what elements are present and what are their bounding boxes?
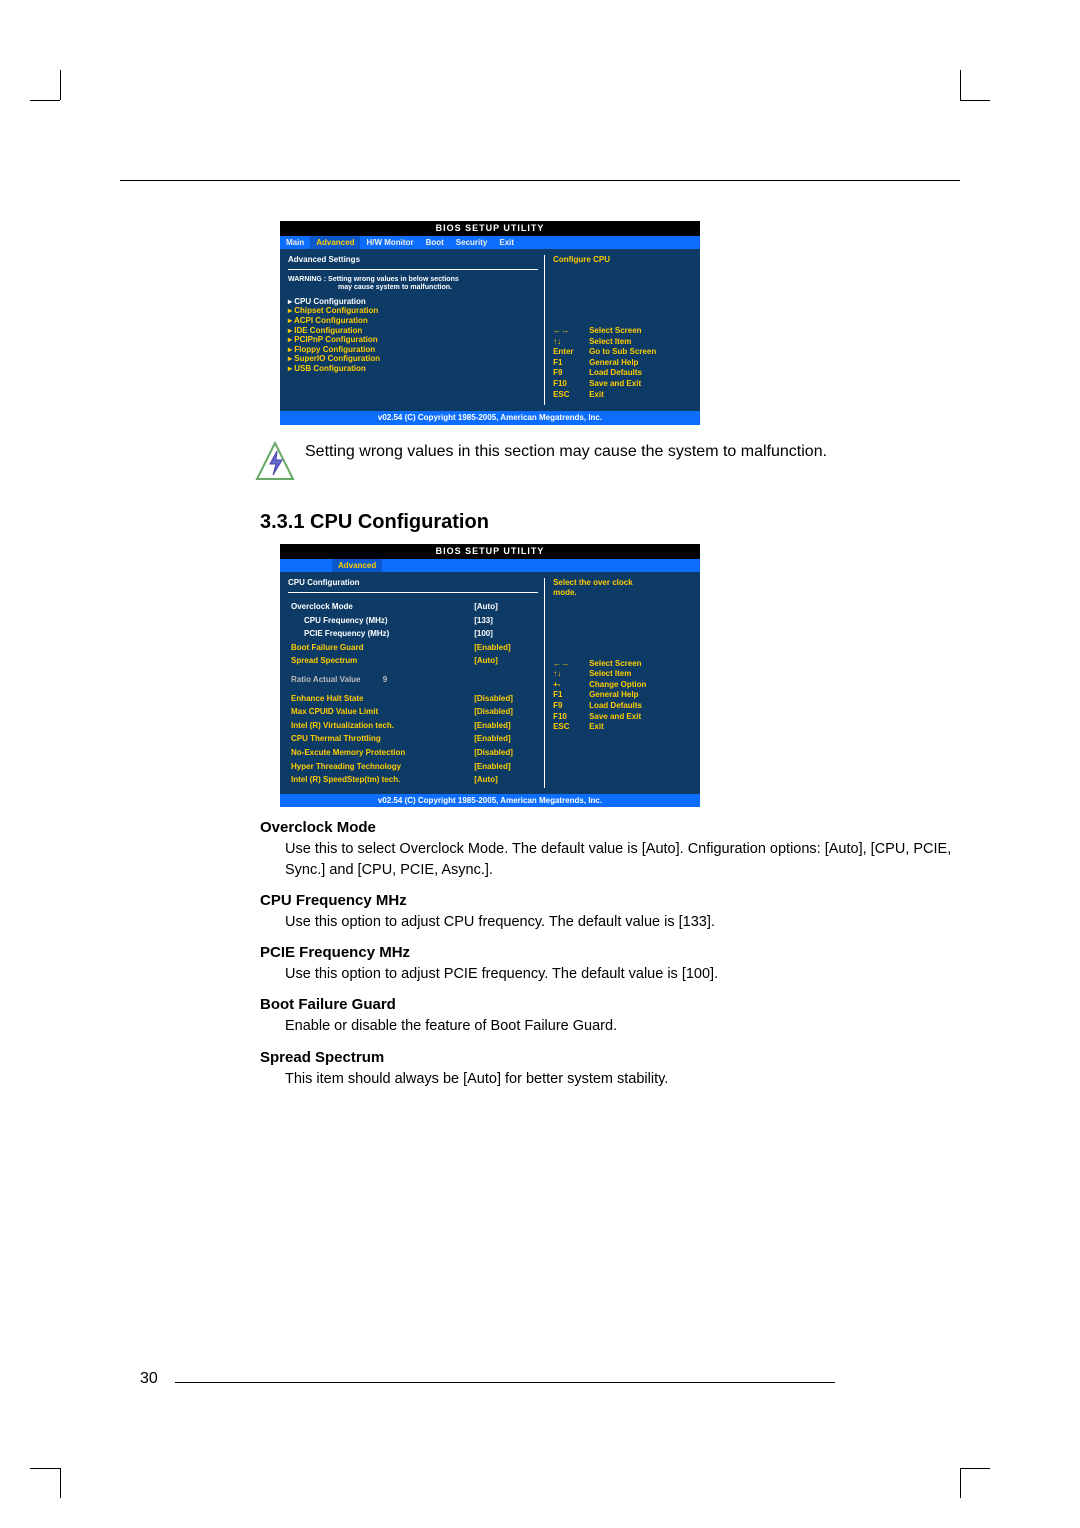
menu-floppy-configuration: ▸ Floppy Configuration xyxy=(288,345,538,355)
bios2-info: Select the over clockmode. xyxy=(553,578,633,597)
tab-hw-monitor: H/W Monitor xyxy=(360,236,419,250)
section-title: 3.3.1 CPU Configuration xyxy=(260,511,960,534)
bios2-heading: CPU Configuration xyxy=(288,578,538,588)
bios-cpu-configuration: BIOS SETUP UTILITY Advanced CPU Configur… xyxy=(280,544,700,807)
cpu-settings-table: Overclock Mode[Auto] CPU Frequency (MHz)… xyxy=(288,599,538,788)
opt-spread-spectrum: Spread Spectrum This item should always … xyxy=(260,1049,960,1089)
page-number: 30 xyxy=(140,1370,835,1393)
menu-acpi-configuration: ▸ ACPI Configuration xyxy=(288,316,538,326)
bios1-copyright: v02.54 (C) Copyright 1985-2005, American… xyxy=(280,411,700,425)
tab-exit: Exit xyxy=(493,236,520,250)
menu-superio-configuration: ▸ SuperIO Configuration xyxy=(288,354,538,364)
warning-note-row: Setting wrong values in this section may… xyxy=(255,441,960,481)
opt-cpu-frequency: CPU Frequency MHz Use this option to adj… xyxy=(260,892,960,932)
lightning-icon xyxy=(255,441,295,481)
bios-advanced-settings: BIOS SETUP UTILITY Main Advanced H/W Mon… xyxy=(280,221,700,425)
menu-usb-configuration: ▸ USB Configuration xyxy=(288,364,538,374)
menu-pcipnp-configuration: ▸ PCIPnP Configuration xyxy=(288,335,538,345)
tab-security: Security xyxy=(450,236,494,250)
bios2-tabs: Advanced xyxy=(280,559,700,573)
opt-overclock-mode: Overclock Mode Use this to select Overcl… xyxy=(260,819,960,880)
tab-advanced: Advanced xyxy=(310,236,360,250)
bios1-tabs: Main Advanced H/W Monitor Boot Security … xyxy=(280,236,700,250)
bios1-title: BIOS SETUP UTILITY xyxy=(280,221,700,236)
bios2-title: BIOS SETUP UTILITY xyxy=(280,544,700,559)
bios1-heading: Advanced Settings xyxy=(288,255,538,265)
menu-cpu-configuration: ▸ CPU Configuration xyxy=(288,297,538,307)
bios1-warning: WARNING : Setting wrong values in below … xyxy=(288,276,538,293)
top-rule xyxy=(120,180,960,181)
bios2-copyright: v02.54 (C) Copyright 1985-2005, American… xyxy=(280,794,700,808)
bios1-info: Configure CPU xyxy=(553,255,610,264)
opt-boot-failure-guard: Boot Failure Guard Enable or disable the… xyxy=(260,996,960,1036)
warning-note-text: Setting wrong values in this section may… xyxy=(305,441,827,463)
opt-pcie-frequency: PCIE Frequency MHz Use this option to ad… xyxy=(260,944,960,984)
tab-advanced-2: Advanced xyxy=(332,559,382,573)
tab-boot: Boot xyxy=(420,236,450,250)
tab-main: Main xyxy=(280,236,310,250)
menu-ide-configuration: ▸ IDE Configuration xyxy=(288,326,538,336)
menu-chipset-configuration: ▸ Chipset Configuration xyxy=(288,306,538,316)
